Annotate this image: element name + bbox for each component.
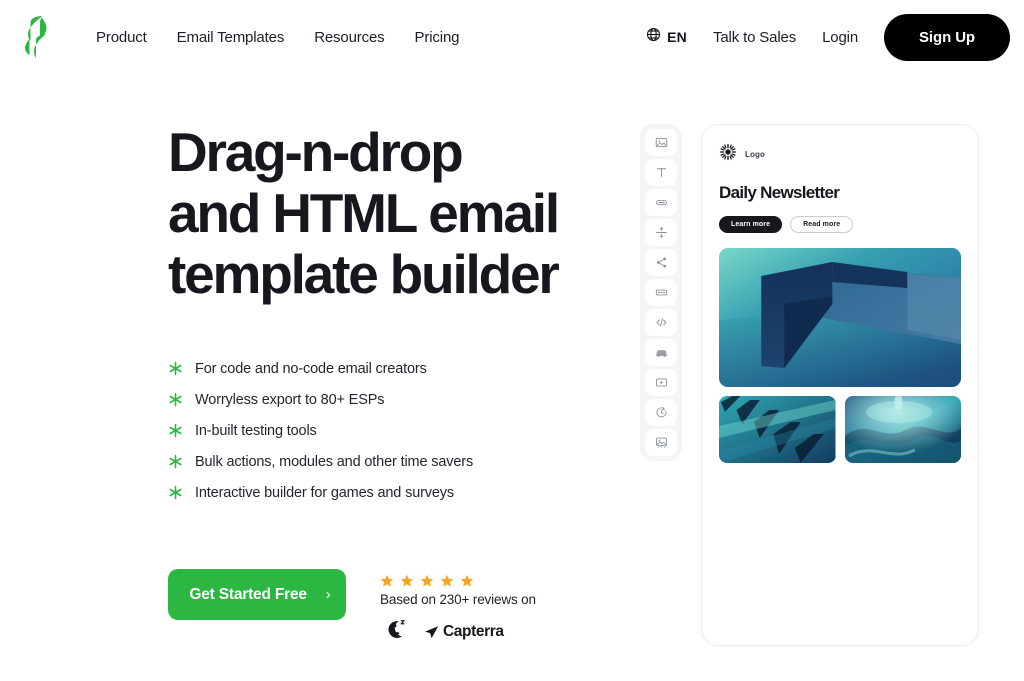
card-logo-row: Logo bbox=[719, 143, 961, 166]
list-item: Interactive builder for games and survey… bbox=[168, 477, 640, 508]
nav-link-resources[interactable]: Resources bbox=[314, 29, 385, 46]
globe-icon bbox=[646, 27, 661, 47]
asterisk-icon bbox=[168, 392, 183, 407]
timer-block-icon[interactable] bbox=[645, 399, 677, 426]
headline-line-3: template builder bbox=[168, 243, 560, 305]
headline-line-1: Drag-n-drop bbox=[168, 121, 464, 183]
list-item: Bulk actions, modules and other time sav… bbox=[168, 446, 640, 477]
cta-label: Get Started Free bbox=[189, 585, 307, 603]
g2-logo[interactable] bbox=[385, 618, 408, 646]
list-item: For code and no-code email creators bbox=[168, 353, 640, 384]
feature-label: Bulk actions, modules and other time sav… bbox=[195, 453, 474, 470]
asterisk-icon bbox=[168, 485, 183, 500]
site-header: Product Email Templates Resources Pricin… bbox=[0, 0, 1024, 74]
social-share-icon[interactable] bbox=[645, 249, 677, 276]
nav-link-product[interactable]: Product bbox=[96, 29, 147, 46]
gallery-block-icon[interactable] bbox=[645, 429, 677, 456]
login-link[interactable]: Login bbox=[822, 29, 858, 46]
star-icon bbox=[380, 574, 394, 588]
list-item: In-built testing tools bbox=[168, 415, 640, 446]
hero-gradient-room-image bbox=[719, 248, 961, 387]
feature-label: Interactive builder for games and survey… bbox=[195, 484, 455, 501]
list-item: Worryless export to 80+ ESPs bbox=[168, 384, 640, 415]
star-icon bbox=[440, 574, 454, 588]
nav-link-email-templates[interactable]: Email Templates bbox=[177, 29, 285, 46]
language-switcher[interactable]: EN bbox=[646, 27, 687, 47]
feature-list: For code and no-code email creators Worr… bbox=[168, 353, 640, 508]
review-brand-logos: Capterra bbox=[380, 618, 536, 646]
star-icon bbox=[420, 574, 434, 588]
builder-blocks-toolbar bbox=[640, 124, 682, 461]
text-block-icon[interactable] bbox=[645, 159, 677, 186]
reviews-block: Based on 230+ reviews on Capterra bbox=[380, 569, 536, 646]
sign-up-button[interactable]: Sign Up bbox=[884, 13, 1010, 61]
card-logo-label: Logo bbox=[745, 149, 765, 159]
image-block-icon[interactable] bbox=[645, 129, 677, 156]
talk-to-sales-link[interactable]: Talk to Sales bbox=[713, 29, 796, 46]
cta-row: Get Started Free › Based on 230+ reviews… bbox=[168, 569, 640, 646]
spacer-block-icon[interactable] bbox=[645, 219, 677, 246]
asterisk-icon bbox=[168, 361, 183, 376]
sunburst-logo-icon bbox=[719, 143, 737, 166]
primary-navigation: Product Email Templates Resources Pricin… bbox=[96, 29, 460, 46]
asterisk-icon bbox=[168, 454, 183, 469]
capterra-logo[interactable]: Capterra bbox=[423, 623, 504, 641]
feature-label: For code and no-code email creators bbox=[195, 360, 427, 377]
email-preview-card[interactable]: Logo Daily Newsletter Learn more Read mo… bbox=[701, 124, 979, 646]
star-icon bbox=[460, 574, 474, 588]
video-block-icon[interactable] bbox=[645, 369, 677, 396]
read-more-button[interactable]: Read more bbox=[790, 216, 854, 233]
star-icon bbox=[400, 574, 414, 588]
learn-more-button[interactable]: Learn more bbox=[719, 216, 783, 233]
hero-copy-column: Drag-n-drop and HTML email template buil… bbox=[0, 122, 640, 646]
get-started-free-button[interactable]: Get Started Free › bbox=[168, 569, 346, 620]
card-thumbnail-row bbox=[719, 396, 961, 463]
stripo-s-logo-icon[interactable] bbox=[14, 13, 58, 61]
thumb-stairs-image bbox=[719, 396, 836, 463]
star-rating bbox=[380, 574, 536, 588]
button-block-icon[interactable] bbox=[645, 189, 677, 216]
banner-block-icon[interactable] bbox=[645, 339, 677, 366]
builder-preview-column: Logo Daily Newsletter Learn more Read mo… bbox=[640, 122, 979, 646]
asterisk-icon bbox=[168, 423, 183, 438]
language-label: EN bbox=[667, 29, 687, 45]
reviews-count-text: Based on 230+ reviews on bbox=[380, 592, 536, 607]
page-title: Drag-n-drop and HTML email template buil… bbox=[168, 122, 628, 305]
capterra-wordmark: Capterra bbox=[443, 623, 504, 640]
feature-label: In-built testing tools bbox=[195, 422, 317, 439]
hero-section: Drag-n-drop and HTML email template buil… bbox=[0, 74, 1024, 646]
nav-link-pricing[interactable]: Pricing bbox=[415, 29, 460, 46]
card-title: Daily Newsletter bbox=[719, 183, 840, 202]
menu-block-icon[interactable] bbox=[645, 279, 677, 306]
header-actions: EN Talk to Sales Login Sign Up bbox=[646, 13, 1010, 61]
headline-line-2: and HTML email bbox=[168, 182, 560, 244]
chevron-right-icon: › bbox=[325, 586, 331, 603]
thumb-glass-image bbox=[844, 396, 961, 463]
html-code-icon[interactable] bbox=[645, 309, 677, 336]
card-button-row: Learn more Read more bbox=[719, 216, 961, 233]
feature-label: Worryless export to 80+ ESPs bbox=[195, 391, 385, 408]
